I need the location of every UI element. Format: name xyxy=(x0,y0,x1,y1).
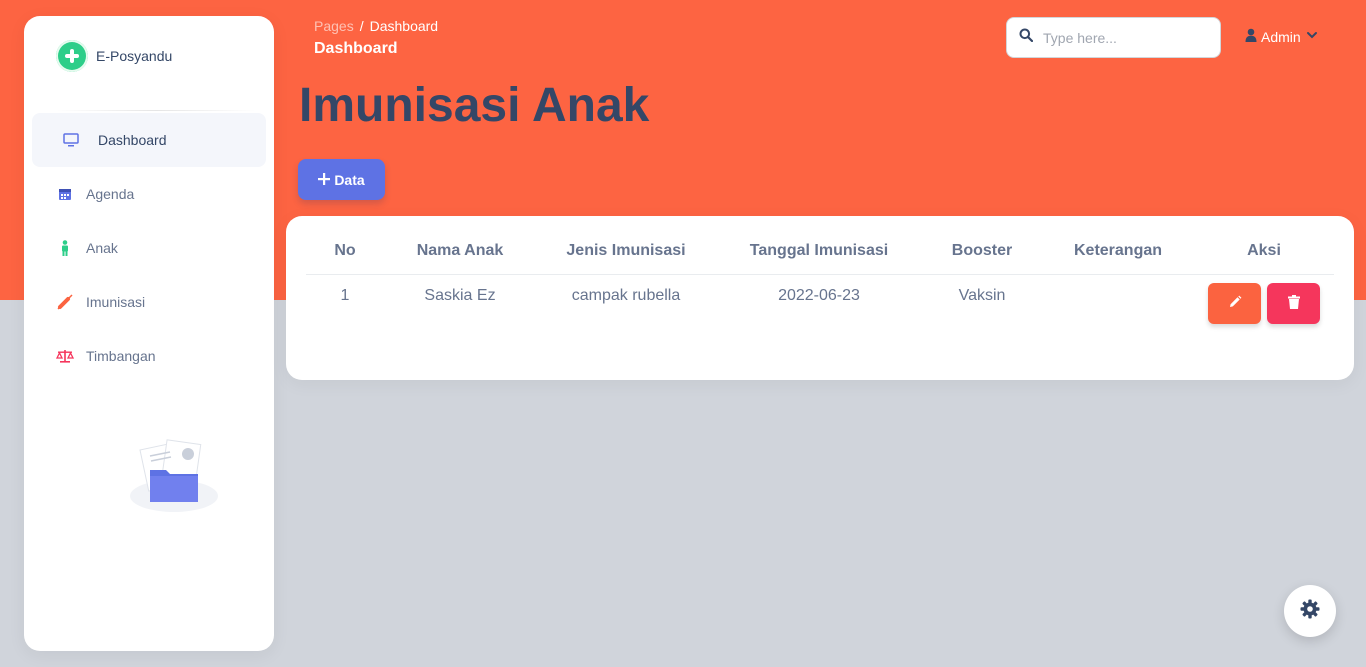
brand-name: E-Posyandu xyxy=(96,48,173,64)
page-heading: Dashboard xyxy=(314,40,398,57)
immunization-table: No Nama Anak Jenis Imunisasi Tanggal Imu… xyxy=(306,228,1334,340)
row-actions xyxy=(1194,275,1334,324)
search-box[interactable] xyxy=(1006,17,1221,58)
trash-icon xyxy=(1287,294,1300,312)
page-title: Imunisasi Anak xyxy=(299,79,650,132)
breadcrumb-current: Dashboard xyxy=(369,18,439,34)
cell-aksi xyxy=(1194,274,1334,340)
breadcrumb-root[interactable]: Pages xyxy=(314,18,354,34)
brand[interactable]: E-Posyandu xyxy=(56,40,172,72)
cell-jenis-imunisasi: campak rubella xyxy=(571,286,681,304)
sidebar-item-imunisasi[interactable]: Imunisasi xyxy=(32,275,266,329)
column-header-nama-anak: Nama Anak xyxy=(384,228,536,275)
calendar-icon xyxy=(56,187,74,201)
column-header-tanggal-imunisasi: Tanggal Imunisasi xyxy=(716,228,922,275)
add-data-label: Data xyxy=(334,171,365,188)
monitor-icon xyxy=(62,133,80,147)
column-header-jenis-imunisasi: Jenis Imunisasi xyxy=(536,228,716,275)
sidebar-item-agenda[interactable]: Agenda xyxy=(32,167,266,221)
cell-no: 1 xyxy=(340,286,350,304)
cell-booster: Vaksin xyxy=(958,286,1006,304)
cell-nama-anak: Saskia Ez xyxy=(424,286,496,304)
add-data-button[interactable]: Data xyxy=(298,159,385,200)
breadcrumb-separator: / xyxy=(359,18,364,34)
column-header-keterangan: Keterangan xyxy=(1042,228,1194,275)
table-header-row: No Nama Anak Jenis Imunisasi Tanggal Imu… xyxy=(306,228,1334,275)
pencil-icon xyxy=(1228,295,1242,312)
column-header-aksi: Aksi xyxy=(1194,228,1334,275)
user-icon xyxy=(1245,28,1257,45)
sidebar-item-label: Timbangan xyxy=(86,348,156,364)
sidebar-divider xyxy=(56,110,256,111)
edit-button[interactable] xyxy=(1208,282,1261,324)
breadcrumb: Pages / Dashboard xyxy=(314,18,438,34)
delete-button[interactable] xyxy=(1267,282,1320,324)
plus-icon xyxy=(318,172,331,188)
sidebar-item-label: Dashboard xyxy=(98,132,167,148)
column-header-booster: Booster xyxy=(922,228,1042,275)
sidebar-item-label: Anak xyxy=(86,240,118,256)
sidebar-item-anak[interactable]: Anak xyxy=(32,221,266,275)
cell-keterangan xyxy=(1042,274,1194,340)
sidebar-item-label: Imunisasi xyxy=(86,294,146,310)
user-label: Admin xyxy=(1261,28,1301,45)
syringe-icon xyxy=(56,294,74,310)
table-row: 1 Saskia Ez campak rubella 2022-06-23 Va… xyxy=(306,274,1334,340)
chevron-down-icon xyxy=(1305,28,1319,45)
column-header-no: No xyxy=(306,228,384,275)
sidebar: E-Posyandu Dashboard Agenda Anak Imunisa xyxy=(24,16,274,651)
cell-tanggal-imunisasi: 2022-06-23 xyxy=(778,286,860,304)
gear-icon xyxy=(1300,599,1320,624)
sidebar-item-timbangan[interactable]: Timbangan xyxy=(32,329,266,383)
sidebar-item-label: Agenda xyxy=(86,186,135,202)
search-icon xyxy=(1019,28,1034,47)
search-input[interactable] xyxy=(1043,29,1203,46)
table-card: No Nama Anak Jenis Imunisasi Tanggal Imu… xyxy=(286,216,1354,380)
sidebar-item-dashboard[interactable]: Dashboard xyxy=(32,113,266,167)
child-icon xyxy=(56,240,74,256)
user-menu[interactable]: Admin xyxy=(1245,28,1319,45)
folder-illustration-icon xyxy=(124,436,224,516)
scale-icon xyxy=(56,349,74,363)
plus-logo-icon xyxy=(56,40,88,72)
sidebar-nav: Dashboard Agenda Anak Imunisasi Timbanga… xyxy=(32,113,266,383)
settings-button[interactable] xyxy=(1284,585,1336,637)
